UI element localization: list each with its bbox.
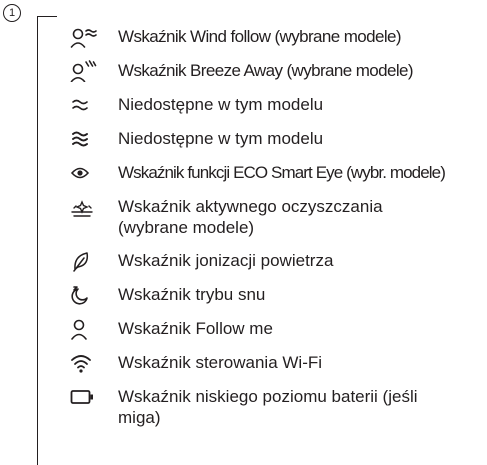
legend-item-ionizer: Wskaźnik jonizacji powietrza	[70, 250, 487, 272]
sleep-mode-icon	[70, 284, 102, 306]
wave-triple-icon	[70, 128, 102, 150]
legend-item-active-cleaning: Wskaźnik aktywnego oczyszczania (wybrane…	[70, 196, 487, 238]
battery-icon	[70, 386, 102, 408]
legend-text: Wskaźnik sterowania Wi-Fi	[118, 353, 323, 372]
legend-text: Wskaźnik funkcji ECO Smart Eye (wybr. mo…	[118, 163, 446, 182]
legend-text: Wskaźnik Breeze Away (wybrane modele)	[118, 61, 414, 80]
step-number-badge: 1	[3, 4, 21, 22]
breeze-away-icon	[70, 60, 102, 82]
legend-text: Niedostępne w tym modelu	[118, 129, 324, 148]
legend-item-sleep-mode: Wskaźnik trybu snu	[70, 284, 487, 306]
wifi-icon	[70, 352, 102, 374]
legend-text: Wskaźnik Wind follow (wybrane modele)	[118, 27, 402, 46]
frame-line-left	[37, 16, 38, 465]
person-icon	[70, 318, 102, 340]
legend-item-wave-double: Niedostępne w tym modelu	[70, 94, 487, 116]
leaf-icon	[70, 250, 102, 272]
legend-text: Wskaźnik aktywnego oczyszczania (wybrane…	[118, 197, 383, 237]
legend-item-follow-me: Wskaźnik Follow me	[70, 318, 487, 340]
legend-text: Niedostępne w tym modelu	[118, 95, 324, 114]
indicator-legend: Wskaźnik Wind follow (wybrane modele) Ws…	[70, 26, 487, 440]
wave-double-icon	[70, 94, 102, 116]
frame-line-top	[37, 16, 57, 17]
legend-text: Wskaźnik jonizacji powietrza	[118, 251, 334, 270]
legend-text: Wskaźnik Follow me	[118, 319, 273, 338]
legend-text: Wskaźnik trybu snu	[118, 285, 266, 304]
legend-item-breeze-away: Wskaźnik Breeze Away (wybrane modele)	[70, 60, 487, 82]
legend-item-wifi: Wskaźnik sterowania Wi-Fi	[70, 352, 487, 374]
legend-text: Wskaźnik niskiego poziomu baterii (jeśli…	[118, 387, 418, 427]
legend-item-wind-follow: Wskaźnik Wind follow (wybrane modele)	[70, 26, 487, 48]
eye-icon	[70, 162, 102, 184]
wind-follow-icon	[70, 26, 102, 48]
legend-item-low-battery: Wskaźnik niskiego poziomu baterii (jeśli…	[70, 386, 487, 428]
legend-item-wave-triple: Niedostępne w tym modelu	[70, 128, 487, 150]
legend-item-eco-smart-eye: Wskaźnik funkcji ECO Smart Eye (wybr. mo…	[70, 162, 487, 184]
active-cleaning-icon	[70, 196, 102, 218]
